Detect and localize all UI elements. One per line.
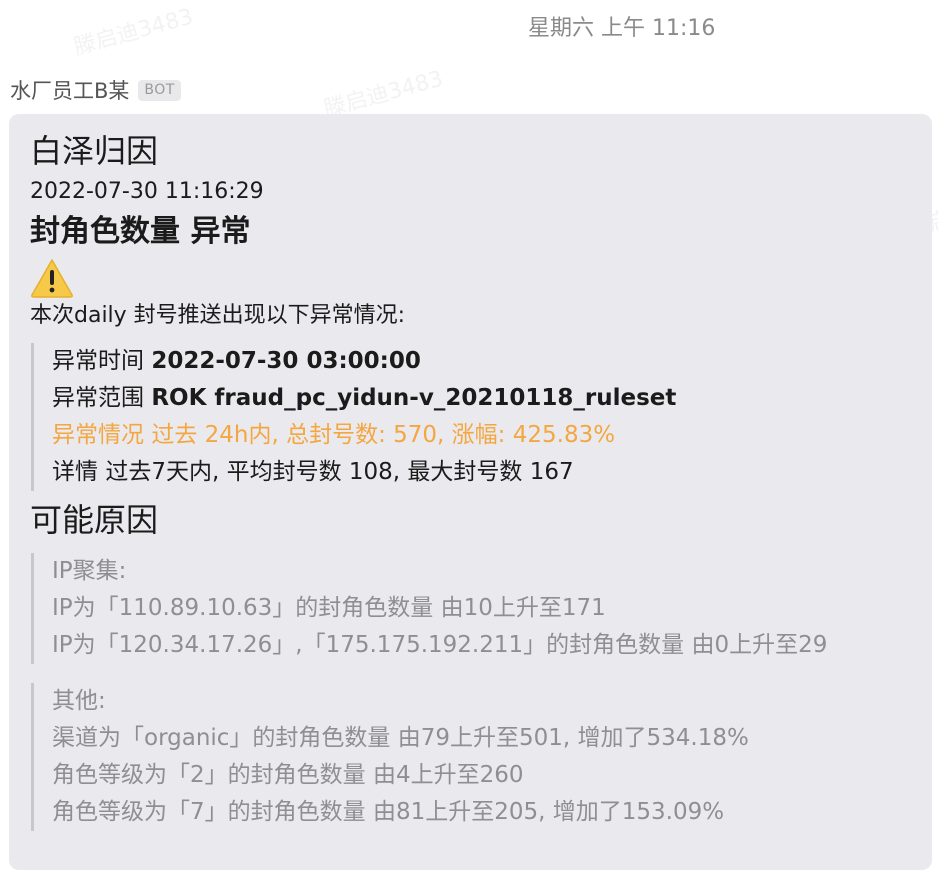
anomaly-detail: 详情 过去7天内, 平均封号数 108, 最大封号数 167 xyxy=(52,454,912,491)
anomaly-time: 异常时间 2022-07-30 03:00:00 xyxy=(52,343,912,380)
possible-causes-heading: 可能原因 xyxy=(30,501,159,539)
message-intro: 本次daily 封号推送出现以下异常情况: xyxy=(30,303,406,328)
message-title: 白泽归因 xyxy=(30,132,159,170)
list-item: IP为「110.89.10.63」的封角色数量 由10上升至171 xyxy=(52,595,606,621)
anomaly-situation-label: 异常情况 xyxy=(52,422,144,448)
bot-badge: BOT xyxy=(138,79,181,101)
list-item: IP为「120.34.17.26」,「175.175.192.211」的封角色数… xyxy=(52,632,828,658)
anomaly-time-value: 2022-07-30 03:00:00 xyxy=(151,348,421,374)
anomaly-detail-label: 详情 xyxy=(52,459,98,485)
anomaly-scope-label: 异常范围 xyxy=(52,385,144,411)
list-item: 角色等级为「7」的封角色数量 由81上升至205, 增加了153.09% xyxy=(52,799,725,825)
message-bubble[interactable]: 白泽归因 2022-07-30 11:16:29 封角色数量 异常 本次dail… xyxy=(9,114,932,870)
anomaly-detail-value: 过去7天内, 平均封号数 108, 最大封号数 167 xyxy=(105,459,574,485)
anomaly-time-label: 异常时间 xyxy=(52,348,144,374)
anomaly-scope-value: ROK fraud_pc_yidun-v_20210118_ruleset xyxy=(151,385,677,411)
message-timestamp: 星期六 上午 11:16 xyxy=(528,16,716,41)
list-item: 角色等级为「2」的封角色数量 由4上升至260 xyxy=(52,762,524,788)
sender-row: 水厂员工B某 BOT xyxy=(10,76,181,104)
message-heading: 封角色数量 异常 xyxy=(30,214,251,249)
list-item: 渠道为「organic」的封角色数量 由79上升至501, 增加了534.18% xyxy=(52,725,749,751)
sender-name[interactable]: 水厂员工B某 xyxy=(10,75,129,105)
ip-cluster-label: IP聚集: xyxy=(52,558,127,584)
others-quote: 其他: 渠道为「organic」的封角色数量 由79上升至501, 增加了534… xyxy=(31,683,912,831)
anomaly-situation-value: 过去 24h内, 总封号数: 570, 涨幅: 425.83% xyxy=(151,422,616,448)
anomaly-situation: 异常情况 过去 24h内, 总封号数: 570, 涨幅: 425.83% xyxy=(52,417,912,454)
anomaly-scope: 异常范围 ROK fraud_pc_yidun-v_20210118_rules… xyxy=(52,380,912,417)
others-label: 其他: xyxy=(52,688,106,714)
warning-icon xyxy=(31,259,73,298)
message-datetime: 2022-07-30 11:16:29 xyxy=(30,179,264,204)
watermark: 滕启迪3483 xyxy=(71,4,196,61)
ip-cluster-quote: IP聚集: IP为「110.89.10.63」的封角色数量 由10上升至171 … xyxy=(31,553,912,664)
anomaly-details-quote: 异常时间 2022-07-30 03:00:00 异常范围 ROK fraud_… xyxy=(31,343,912,491)
